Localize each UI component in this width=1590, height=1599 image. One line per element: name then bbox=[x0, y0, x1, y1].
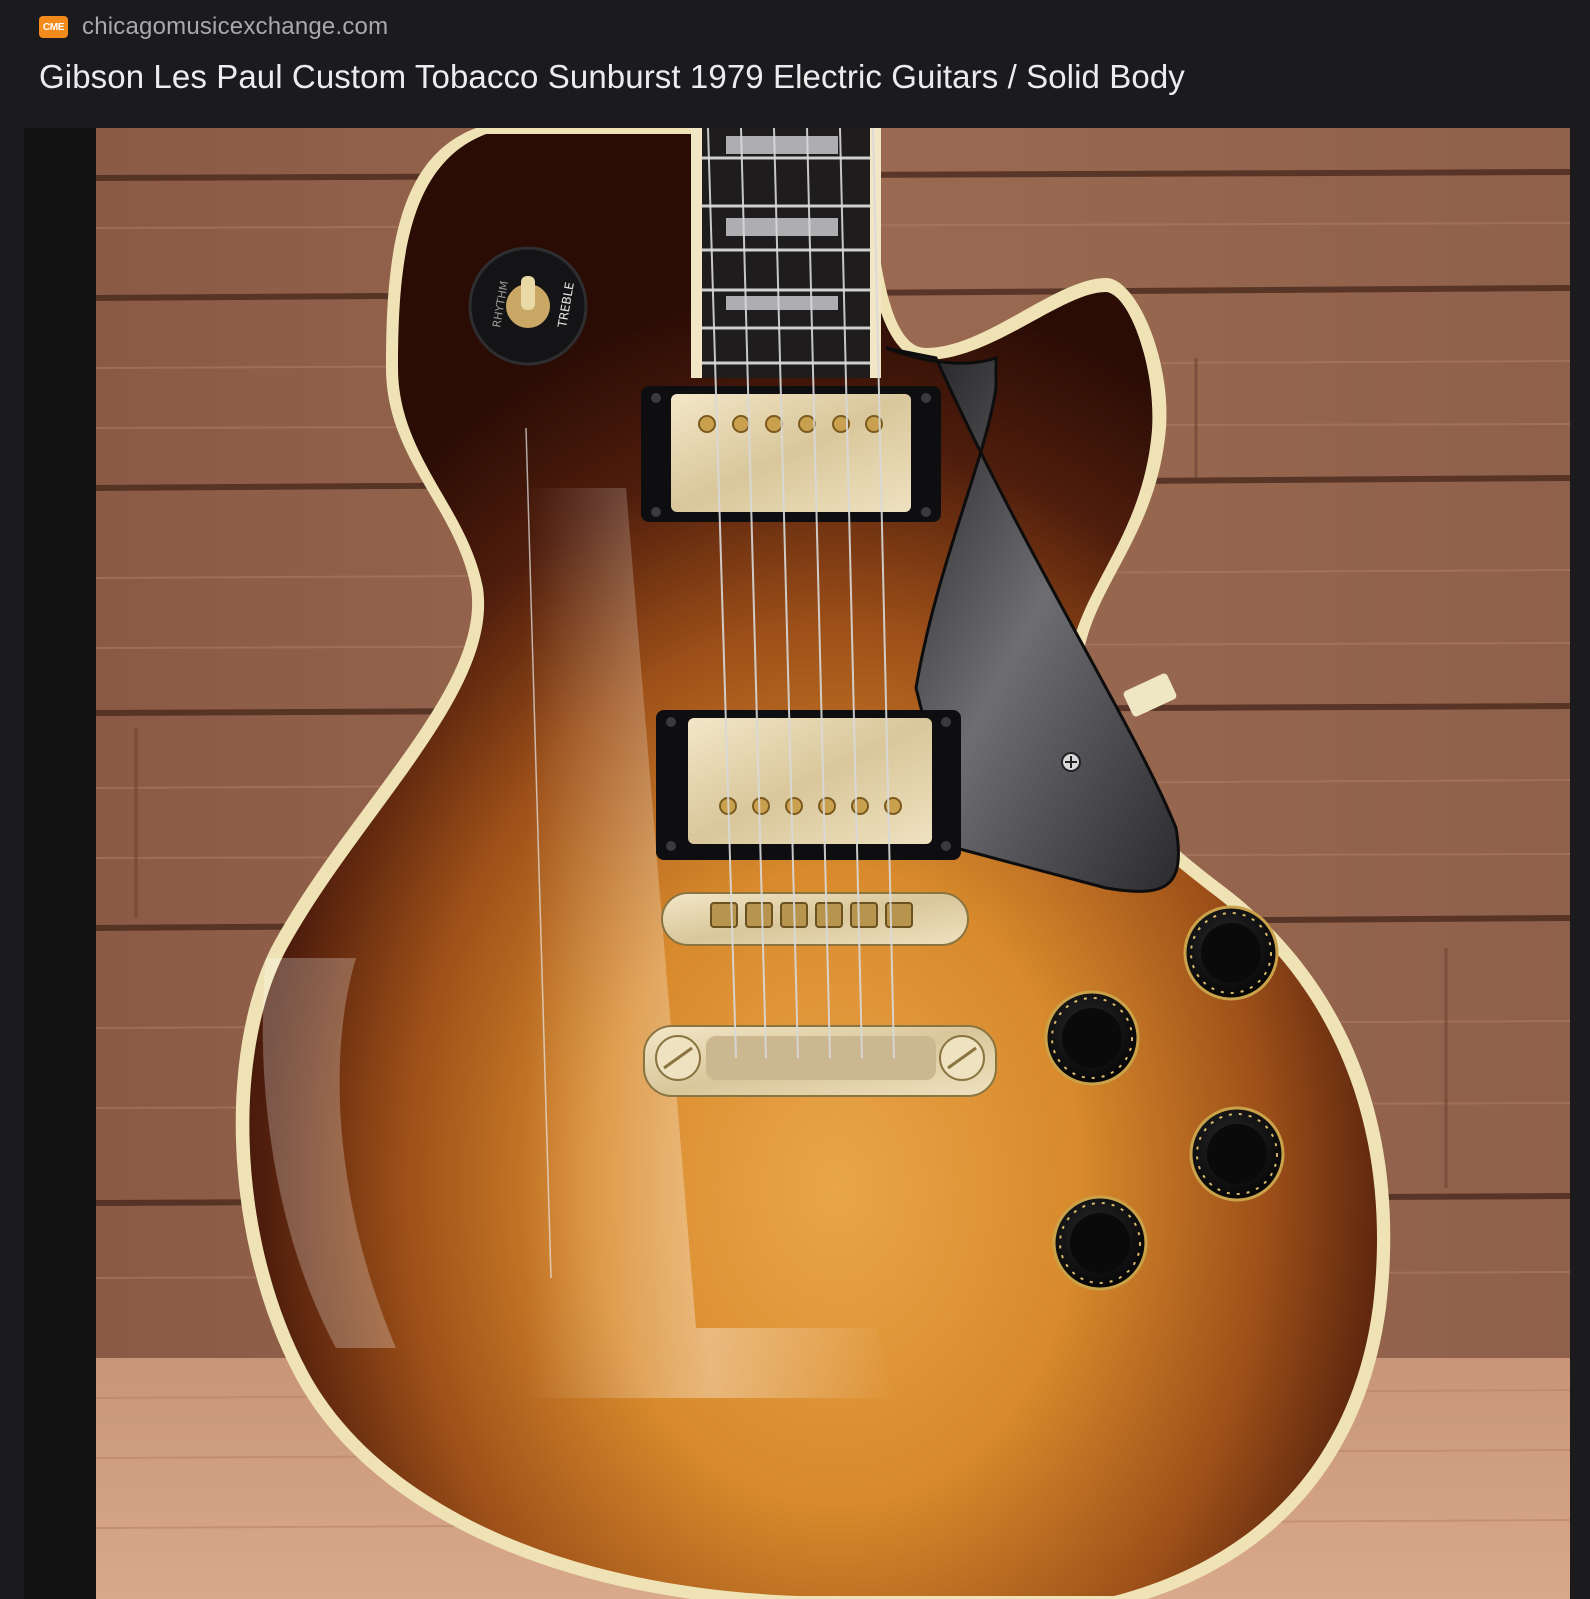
source-domain-link[interactable]: chicagomusicexchange.com bbox=[82, 13, 388, 41]
tone-knob-1 bbox=[1044, 990, 1140, 1086]
guitar-photo-illustration: RHYTHM TREBLE bbox=[96, 128, 1570, 1599]
site-favicon-icon: CME bbox=[39, 16, 68, 38]
result-header: CME chicagomusicexchange.com Gibson Les … bbox=[0, 0, 1590, 128]
guitar-photo[interactable]: RHYTHM TREBLE bbox=[96, 128, 1570, 1599]
source-row[interactable]: CME chicagomusicexchange.com bbox=[39, 12, 388, 42]
volume-knob-2 bbox=[1189, 1106, 1285, 1202]
tone-knob-2 bbox=[1052, 1195, 1148, 1291]
page-title[interactable]: Gibson Les Paul Custom Tobacco Sunburst … bbox=[39, 58, 1185, 96]
volume-knob-1 bbox=[1183, 905, 1279, 1001]
